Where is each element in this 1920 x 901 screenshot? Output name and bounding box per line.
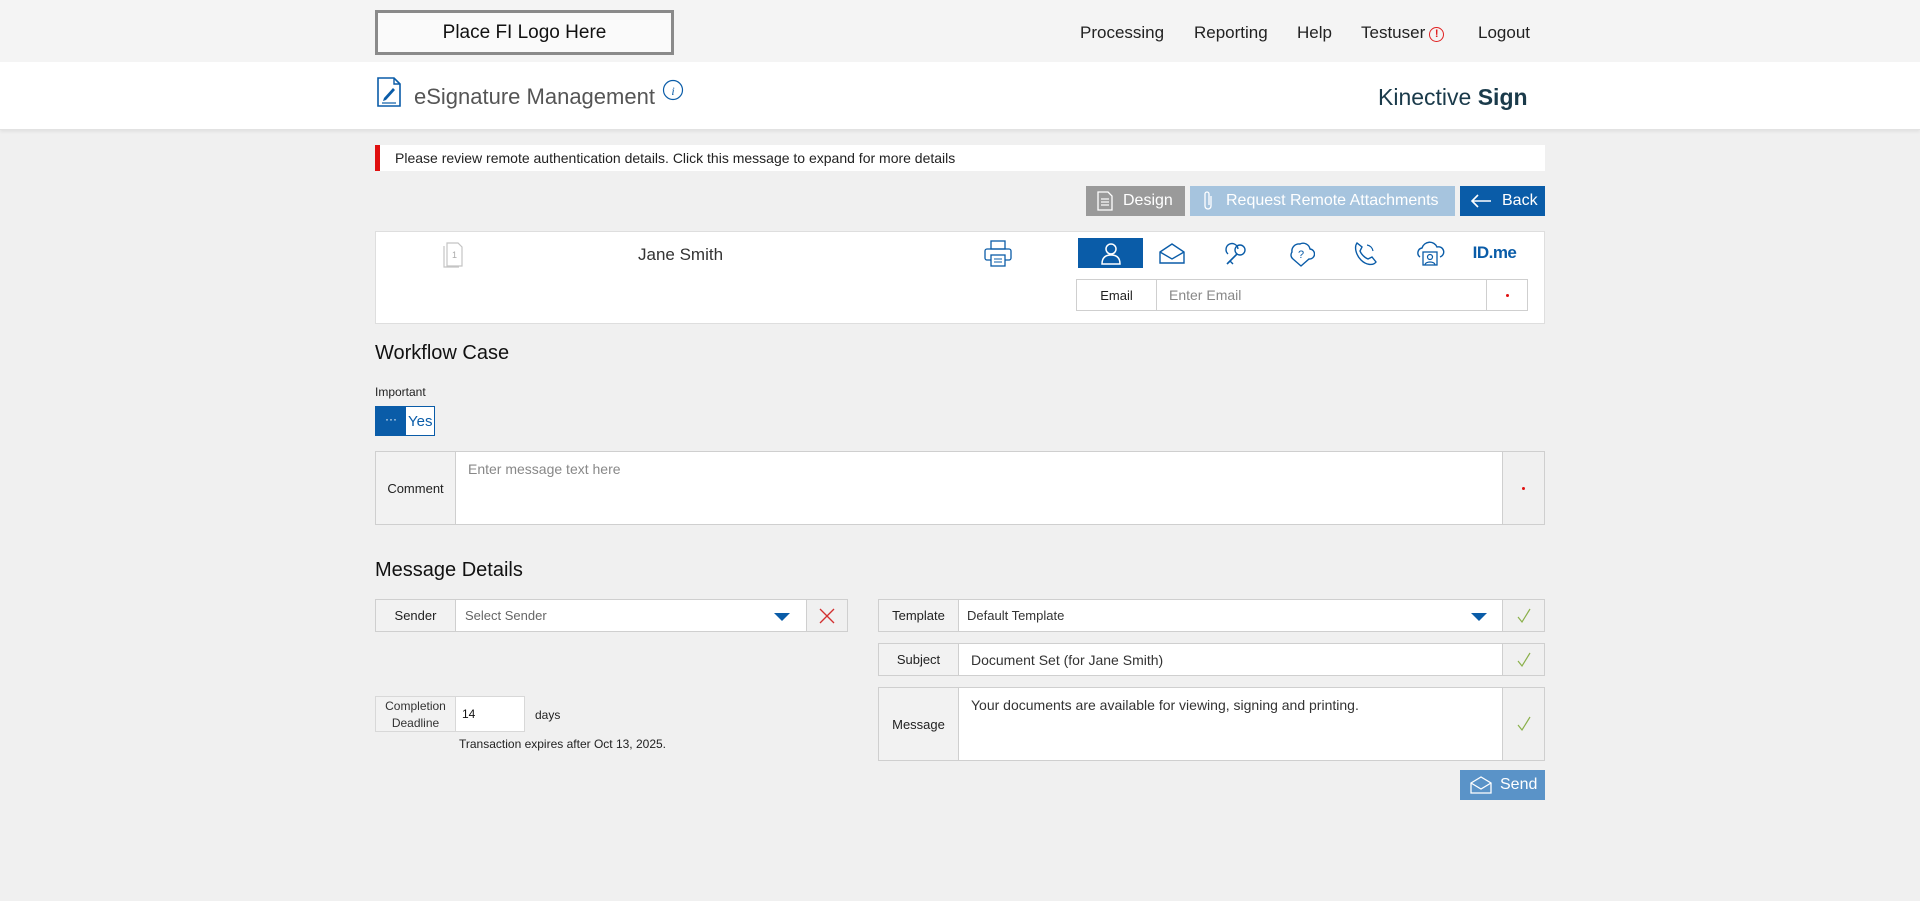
- sender-select-value: Select Sender: [465, 608, 547, 623]
- toggle-value: Yes: [408, 413, 433, 430]
- comment-input[interactable]: [455, 451, 1503, 525]
- subject-label: Subject: [878, 643, 959, 676]
- signer-number-doc-icon: 1: [442, 240, 466, 268]
- chevron-down-icon: [1471, 613, 1487, 621]
- nav-help[interactable]: Help: [1297, 23, 1332, 43]
- info-icon[interactable]: i: [662, 79, 684, 101]
- user-name: Testuser: [1361, 23, 1426, 42]
- top-nav-bar: [0, 0, 1920, 62]
- nav-processing[interactable]: Processing: [1080, 23, 1164, 43]
- subject-input[interactable]: [958, 643, 1503, 676]
- kinective-sign-brand: Kinective Sign: [1378, 84, 1528, 110]
- required-dot: [1522, 487, 1525, 490]
- user-alert-icon: !: [1429, 27, 1445, 42]
- transaction-expiry-note: Transaction expires after Oct 13, 2025.: [459, 737, 666, 751]
- person-icon[interactable]: [1078, 238, 1143, 268]
- nav-reporting[interactable]: Reporting: [1194, 23, 1268, 43]
- sender-label: Sender: [375, 599, 456, 632]
- arrow-left-icon: [1470, 194, 1492, 208]
- template-label: Template: [878, 599, 959, 632]
- comment-label: Comment: [375, 451, 456, 525]
- message-input[interactable]: Your documents are available for viewing…: [958, 687, 1503, 761]
- back-button[interactable]: Back: [1460, 186, 1545, 216]
- cloud-person-icon[interactable]: [1397, 238, 1462, 268]
- print-icon[interactable]: [983, 238, 1013, 268]
- signer-number: 1: [452, 250, 457, 260]
- auth-review-banner[interactable]: Please review remote authentication deta…: [375, 145, 1545, 171]
- nav-user-menu[interactable]: Testuser!: [1361, 23, 1445, 43]
- signer-name: Jane Smith: [638, 245, 724, 264]
- key-icon[interactable]: [1203, 238, 1268, 268]
- send-button[interactable]: Send: [1460, 770, 1545, 800]
- sender-select[interactable]: Select Sender: [455, 599, 807, 632]
- subject-valid-indicator: [1502, 643, 1545, 676]
- checkmark-icon: [1517, 716, 1531, 732]
- deadline-unit: days: [535, 708, 561, 722]
- required-dot: [1506, 294, 1509, 297]
- document-list-icon: [1097, 191, 1113, 211]
- message-valid-indicator: [1502, 687, 1545, 761]
- email-input[interactable]: [1156, 279, 1487, 311]
- paperclip-icon: [1202, 190, 1214, 212]
- checkmark-icon: [1517, 608, 1531, 623]
- clear-sender-button[interactable]: [806, 599, 848, 632]
- close-icon: [819, 608, 835, 623]
- toggle-knob: ···: [376, 407, 406, 435]
- email-icon[interactable]: [1139, 238, 1204, 268]
- send-email-icon: [1470, 776, 1492, 794]
- completion-deadline-input[interactable]: [455, 696, 525, 732]
- important-label: Important: [375, 385, 426, 399]
- phone-icon[interactable]: [1332, 238, 1397, 268]
- svg-text:i: i: [671, 84, 674, 98]
- template-select[interactable]: Default Template: [958, 599, 1503, 632]
- design-button[interactable]: Design: [1086, 186, 1185, 216]
- request-remote-attachments-button[interactable]: Request Remote Attachments: [1190, 186, 1455, 216]
- comment-required-indicator: [1502, 451, 1545, 525]
- email-required-indicator: [1486, 279, 1528, 311]
- important-toggle[interactable]: ··· Yes: [375, 406, 435, 436]
- chevron-down-icon: [774, 613, 790, 621]
- fi-logo-placeholder: Place FI Logo Here: [375, 10, 674, 55]
- workflow-case-title: Workflow Case: [375, 342, 510, 364]
- esignature-doc-icon: [376, 77, 402, 107]
- template-valid-indicator: [1502, 599, 1545, 632]
- message-label: Message: [878, 687, 959, 761]
- completion-deadline-label: Completion Deadline: [375, 696, 456, 732]
- svg-text:?: ?: [1297, 249, 1303, 261]
- shield-question-icon[interactable]: ?: [1268, 238, 1333, 268]
- nav-logout[interactable]: Logout: [1478, 23, 1530, 43]
- page-title: eSignature Management: [414, 84, 655, 109]
- app-header: [0, 62, 1920, 130]
- idme-icon[interactable]: ID.me: [1462, 238, 1527, 268]
- email-label: Email: [1076, 279, 1157, 311]
- checkmark-icon: [1517, 652, 1531, 667]
- template-select-value: Default Template: [967, 608, 1065, 623]
- message-details-title: Message Details: [375, 559, 523, 581]
